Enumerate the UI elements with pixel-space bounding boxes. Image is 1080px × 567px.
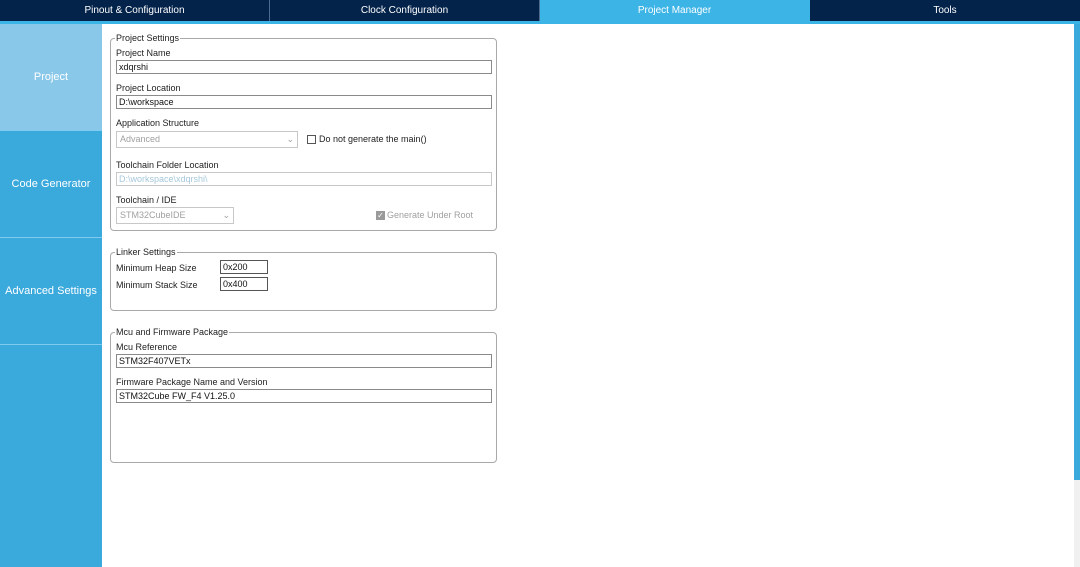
tab-pinout-configuration[interactable]: Pinout & Configuration [0,0,270,21]
generate-under-root-checkbox: ✓ [376,211,385,220]
firmware-package-input[interactable]: STM32Cube FW_F4 V1.25.0 [116,389,492,403]
do-not-generate-main-label: Do not generate the main() [319,134,427,144]
tab-underline [0,21,1080,24]
project-name-input[interactable]: xdqrshi [116,60,492,74]
project-name-label: Project Name [116,48,171,58]
tab-tools[interactable]: Tools [810,0,1080,21]
scrollbar-thumb[interactable] [1074,24,1080,480]
side-nav-item-advanced-settings[interactable]: Advanced Settings [0,238,102,345]
project-location-label: Project Location [116,83,181,93]
application-structure-select[interactable]: Advanced ⌄ [116,131,298,148]
min-heap-size-input[interactable]: 0x200 [220,260,268,274]
mcu-firmware-group: Mcu and Firmware Package Mcu Reference S… [110,327,497,463]
toolchain-ide-select[interactable]: STM32CubeIDE ⌄ [116,207,234,224]
application-structure-value: Advanced [120,134,161,144]
vertical-scrollbar[interactable] [1074,24,1080,567]
application-structure-label: Application Structure [116,118,200,128]
min-stack-size-input[interactable]: 0x400 [220,277,268,291]
mcu-reference-label: Mcu Reference [116,342,178,352]
toolchain-ide-label: Toolchain / IDE [116,195,177,205]
linker-settings-legend: Linker Settings [115,247,177,257]
tab-clock-configuration[interactable]: Clock Configuration [270,0,540,21]
side-nav-item-code-generator[interactable]: Code Generator [0,131,102,238]
side-nav: Project Code Generator Advanced Settings [0,24,102,567]
toolchain-folder-input: D:\workspace\xdqrshi\ [116,172,492,186]
generate-under-root-label: Generate Under Root [387,210,474,220]
project-settings-legend: Project Settings [115,33,181,43]
tab-project-manager[interactable]: Project Manager [540,0,810,21]
firmware-package-label: Firmware Package Name and Version [116,377,268,387]
do-not-generate-main-checkbox[interactable] [307,135,316,144]
project-location-input[interactable]: D:\workspace [116,95,492,109]
mcu-firmware-legend: Mcu and Firmware Package [115,327,230,337]
toolchain-ide-value: STM32CubeIDE [120,210,186,220]
toolchain-folder-label: Toolchain Folder Location [116,160,219,170]
side-nav-item-project[interactable]: Project [0,24,102,131]
chevron-down-icon: ⌄ [286,134,294,144]
project-settings-group: Project Settings Project Name xdqrshi Pr… [110,33,497,231]
linker-settings-group: Linker Settings Minimum Heap Size 0x200 … [110,247,497,311]
chevron-down-icon: ⌄ [222,210,230,220]
min-stack-size-label: Minimum Stack Size [116,280,198,290]
top-tab-bar: Pinout & Configuration Clock Configurati… [0,0,1080,21]
mcu-reference-input[interactable]: STM32F407VETx [116,354,492,368]
min-heap-size-label: Minimum Heap Size [116,263,197,273]
